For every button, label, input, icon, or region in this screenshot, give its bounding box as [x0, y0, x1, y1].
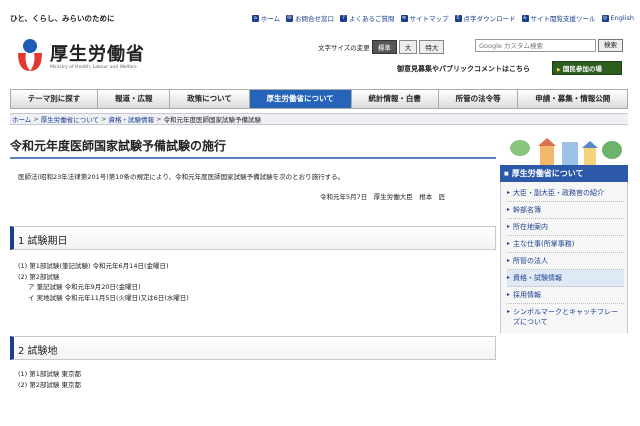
ministry-logo-icon — [18, 39, 42, 71]
sidebar-item-duties[interactable]: 主な仕事(所掌事務) — [507, 236, 624, 253]
sidebar-item-symbol-mark[interactable]: シンボルマークとキャッチフレーズについて — [507, 304, 624, 330]
participation-button[interactable]: 国民参加の場 — [552, 61, 622, 75]
sidebar-item-location[interactable]: 所在地案内 — [507, 219, 624, 236]
section-title: 1 試験期日 — [18, 236, 68, 247]
search-box: 検索 — [475, 39, 623, 52]
accessibility-icon: ♿ — [521, 14, 529, 22]
nav-tab-themes[interactable]: テーマ別に探す — [11, 90, 99, 108]
search-input[interactable] — [475, 39, 596, 52]
sidebar-item-corporations[interactable]: 所管の法人 — [507, 253, 624, 270]
signature-line: 令和元年5月7日 厚生労働大臣 根本 匠 — [320, 193, 446, 201]
global-nav: テーマ別に探す 報道・広報 政策について 厚生労働省について 統計情報・白書 所… — [10, 89, 628, 109]
list-item: (2) 第2部試験 東京都 — [18, 380, 81, 389]
breadcrumb-current: 令和元年度医師国家試験予備試験 — [163, 116, 261, 124]
list-item: (1) 第1部試験(筆記試験) 令和元年6月14日(金曜日) — [18, 262, 169, 270]
contact-link[interactable]: ✉ お問合せ窓口 — [286, 13, 334, 23]
font-size-standard-button[interactable]: 標準 — [371, 40, 397, 54]
home-icon: ⌂ — [251, 14, 259, 22]
page-title: 令和元年度医師国家試験予備試験の施行 — [10, 139, 227, 153]
list-item: イ 実地試験 令和元年11月5日(火曜日)又は6日(水曜日) — [28, 293, 189, 302]
home-link[interactable]: ⌂ ホーム — [251, 13, 280, 23]
list-item: (2) 第2部試験 — [18, 272, 60, 281]
section-heading-exam-dates: 1 試験期日 — [10, 226, 496, 250]
sitemap-link[interactable]: ≡ サイトマップ — [400, 13, 449, 23]
english-link[interactable]: ◎ English — [601, 13, 634, 23]
breadcrumb-separator-icon: > — [33, 115, 39, 123]
question-icon: ? — [340, 14, 348, 22]
nav-tab-statistics[interactable]: 統計情報・白書 — [352, 90, 439, 108]
braille-link[interactable]: ⠿ 点字ダウンロード — [454, 13, 516, 23]
font-size-large-button[interactable]: 大 — [398, 40, 418, 54]
sidebar-item-recruitment[interactable]: 採用情報 — [507, 287, 624, 304]
sidebar-item-qualifications[interactable]: 資格・試験情報 — [507, 270, 624, 287]
tagline: ひと、くらし、みらいのために — [10, 14, 115, 23]
utility-links: ⌂ ホーム ✉ お問合せ窓口 ? よくあるご質問 ≡ サイトマップ ⠿ 点字ダウンロード … — [251, 13, 634, 23]
section-title: 2 試験地 — [18, 346, 58, 357]
sidebar: 厚生労働省について 大臣・副大臣・政務官の紹介 幹部名簿 所在地案内 主な仕事(… — [500, 165, 628, 333]
globe-icon: ◎ — [601, 14, 609, 22]
section-heading-exam-locations: 2 試験地 — [10, 336, 496, 360]
font-size-switcher: 文字サイズの変更 標準 大 特大 — [318, 40, 445, 54]
search-button[interactable]: 検索 — [598, 39, 623, 52]
breadcrumb-home[interactable]: ホーム — [12, 114, 31, 124]
sidebar-item-ministers[interactable]: 大臣・副大臣・政務官の紹介 — [507, 185, 624, 202]
sidebar-heading: 厚生労働省について — [500, 165, 628, 182]
accessibility-link[interactable]: ♿ サイト閲覧支援ツール — [521, 13, 596, 23]
nav-tab-press[interactable]: 報道・広報 — [98, 90, 171, 108]
exam-dates-list: (1) 第1部試験(筆記試験) 令和元年6月14日(金曜日) (2) 第2部試験… — [18, 261, 189, 303]
lead-text: 医師法(昭和23年法律第201号)第10条の規定により、令和元年度医師国家試験予… — [18, 173, 345, 181]
sitemap-icon: ≡ — [400, 14, 408, 22]
logo-title: 厚生労働省 — [50, 44, 145, 65]
list-item: (1) 第1部試験 東京都 — [18, 370, 81, 378]
font-size-xlarge-button[interactable]: 特大 — [419, 40, 445, 54]
logo-subtitle: Ministry of Health, Labour and Welfare — [50, 65, 137, 70]
nav-tab-laws[interactable]: 所管の法令等 — [439, 90, 519, 108]
list-item: ア 筆記試験 令和元年9月20日(金曜日) — [28, 283, 141, 291]
breadcrumb-separator-icon: > — [101, 115, 107, 123]
exam-locations-list: (1) 第1部試験 東京都 (2) 第2部試験 東京都 — [18, 369, 81, 390]
font-size-label: 文字サイズの変更 — [318, 44, 370, 52]
nav-tab-policy[interactable]: 政策について — [170, 90, 250, 108]
town-illustration-icon — [500, 136, 628, 165]
nav-tab-about[interactable]: 厚生労働省について — [249, 90, 352, 108]
breadcrumb-separator-icon: > — [156, 115, 162, 123]
site-logo[interactable]: 厚生労働省 Ministry of Health, Labour and Wel… — [14, 37, 174, 77]
breadcrumb: ホーム > 厚生労働省について > 資格・試験情報 > 令和元年度医師国家試験予… — [10, 113, 628, 125]
top-bar: ひと、くらし、みらいのために ⌂ ホーム ✉ お問合せ窓口 ? よくあるご質問 ≡ サイ… — [0, 13, 640, 27]
breadcrumb-about[interactable]: 厚生労働省について — [41, 114, 99, 124]
sidebar-list: 大臣・副大臣・政務官の紹介 幹部名簿 所在地案内 主な仕事(所掌事務) 所管の法… — [500, 182, 628, 333]
nav-tab-applications[interactable]: 申請・募集・情報公開 — [518, 90, 627, 108]
mail-icon: ✉ — [286, 14, 294, 22]
title-underline — [10, 157, 496, 159]
sidebar-item-executives[interactable]: 幹部名簿 — [507, 202, 624, 219]
faq-link[interactable]: ? よくあるご質問 — [340, 13, 395, 23]
breadcrumb-qualifications[interactable]: 資格・試験情報 — [109, 114, 155, 124]
public-comment-link[interactable]: 御意見募集やパブリックコメントはこちら — [397, 64, 530, 74]
braille-icon: ⠿ — [454, 14, 462, 22]
